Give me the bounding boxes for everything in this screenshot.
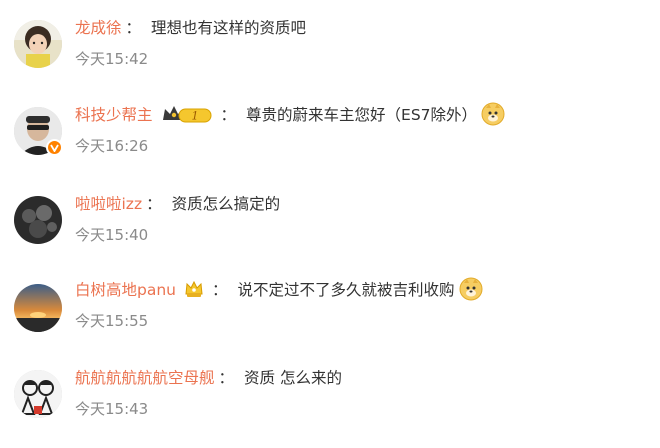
comment-line: 白树高地panu ： 说不定过不了多久就被吉利收购 (75, 276, 483, 302)
comment-item: 啦啦啦izz ： 资质怎么搞定的 今天15:40 (0, 190, 660, 276)
comment-line: 航航航航航航空母舰 ： 资质 怎么来的 (75, 364, 342, 390)
crown-badge-icon (185, 280, 203, 297)
comment-text: 说不定过不了多久就被吉利收购 (237, 281, 455, 299)
comment-time: 今天15:43 (75, 400, 149, 418)
comment-item: 白树高地panu ： 说不定过不了多久就被吉利收购 今天15:55 (0, 276, 660, 362)
username-link[interactable]: 啦啦啦izz (75, 192, 142, 214)
comment-text: 理想也有这样的资质吧 (151, 19, 307, 37)
comment-item: 航航航航航航空母舰 ： 资质 怎么来的 今天15:43 (0, 364, 660, 448)
avatar[interactable] (14, 20, 62, 68)
comment-time: 今天15:42 (75, 50, 149, 68)
comment-text: 尊贵的蔚来车主您好（ES7除外） (246, 106, 478, 124)
membership-badge[interactable]: 1 (161, 103, 213, 125)
colon-separator: ： (218, 369, 235, 387)
comment-time: 今天15:55 (75, 312, 149, 330)
verified-icon (46, 139, 63, 156)
colon-separator: ： (220, 106, 237, 124)
username-link[interactable]: 白树高地panu (75, 278, 176, 300)
doge-emoji-icon (459, 277, 483, 301)
comment-text: 资质怎么搞定的 (171, 195, 281, 213)
comment-list: 龙成徐 ： 理想也有这样的资质吧 今天15:42 科技少帮主 1 ： 尊贵的蔚来… (0, 0, 660, 448)
comment-item: 科技少帮主 1 ： 尊贵的蔚来车主您好（ES7除外） 今天16:26 (0, 101, 660, 187)
membership-badge[interactable] (184, 279, 204, 299)
avatar[interactable] (14, 196, 62, 244)
comment-time: 今天16:26 (75, 137, 149, 155)
colon-separator: ： (125, 19, 142, 37)
colon-separator: ： (146, 195, 162, 213)
doge-emoji-icon (481, 102, 505, 126)
comment-time: 今天15:40 (75, 226, 149, 244)
username-link[interactable]: 龙成徐 (75, 16, 122, 38)
comment-text: 资质 怎么来的 (244, 369, 342, 387)
avatar[interactable] (14, 370, 62, 418)
comment-line: 科技少帮主 1 ： 尊贵的蔚来车主您好（ES7除外） (75, 101, 505, 127)
username-link[interactable]: 航航航航航航空母舰 (75, 366, 215, 388)
comment-line: 龙成徐 ： 理想也有这样的资质吧 (75, 14, 306, 40)
avatar[interactable] (14, 107, 63, 156)
username-link[interactable]: 科技少帮主 (75, 103, 153, 125)
crown-badge-icon: 1 (162, 106, 212, 123)
svg-text:1: 1 (191, 110, 198, 123)
comment-line: 啦啦啦izz ： 资质怎么搞定的 (75, 190, 280, 216)
colon-separator: ： (212, 281, 228, 299)
avatar[interactable] (14, 284, 62, 332)
comment-item: 龙成徐 ： 理想也有这样的资质吧 今天15:42 (0, 14, 660, 100)
